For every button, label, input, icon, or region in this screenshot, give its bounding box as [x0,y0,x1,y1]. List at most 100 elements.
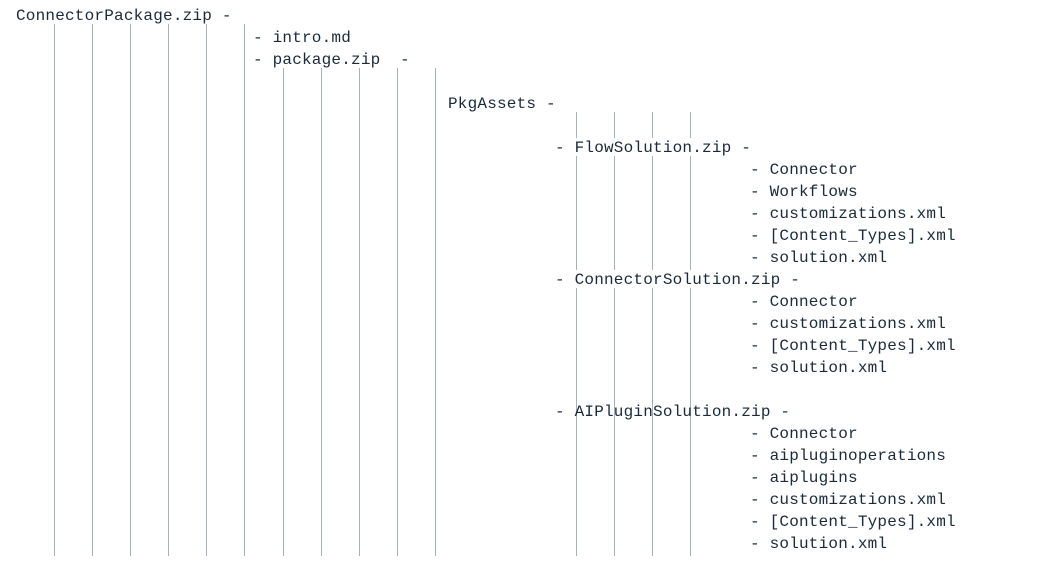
guide-bar [283,442,284,468]
guide-bar [130,266,131,292]
guide-bar [168,24,169,50]
guide-bar [435,310,436,336]
guide-bar [283,420,284,446]
tree-line: - aipluginoperations [8,444,1049,466]
guide-bar [283,90,284,116]
guide-bar [130,442,131,468]
guide-bar [359,68,360,94]
guide-bar [283,222,284,248]
guide-bar [168,332,169,358]
guide-bar [397,376,398,402]
guide-bar [130,420,131,446]
tree-line: - customizations.xml [8,488,1049,510]
guide-bar [92,442,93,468]
guide-bar [397,178,398,204]
tree-line: PkgAssets - [8,92,1049,114]
guide-bar [244,508,245,534]
guide-bar [397,222,398,248]
guide-bar [283,266,284,292]
guide-bar [359,376,360,402]
guide-bar [576,310,577,336]
guide-bar [54,508,55,534]
guide-bar [206,376,207,402]
guide-bar [321,68,322,94]
guide-bar [244,46,245,72]
guide-bar [244,24,245,50]
guide-bar [244,486,245,512]
guide-bar [283,508,284,534]
guide-bar [321,90,322,116]
guide-bar [652,200,653,226]
guide-bar [576,486,577,512]
tree-line: ConnectorPackage.zip - [8,4,1049,26]
guide-bar [359,464,360,490]
guide-bar [321,244,322,270]
guide-bar [690,156,691,182]
guide-bar [652,508,653,534]
guide-bar [206,200,207,226]
guide-bar [321,420,322,446]
guide-bar [130,178,131,204]
guide-bar [130,398,131,424]
guide-bar [321,200,322,226]
guide-bar [359,332,360,358]
guide-bar [359,200,360,226]
guide-bar [168,354,169,380]
guide-bar [435,288,436,314]
guide-bar [576,200,577,226]
guide-bar [283,112,284,138]
tree-view: ConnectorPackage.zip -- intro.md- packag… [8,4,1049,554]
guide-bar [576,244,577,270]
guide-bar [397,508,398,534]
guide-bar [652,354,653,380]
guide-bar [397,134,398,160]
guide-bar [168,288,169,314]
guide-bar [359,90,360,116]
guide-bar [397,90,398,116]
guide-bar [244,68,245,94]
guide-bar [397,420,398,446]
guide-bar [652,376,653,402]
guide-bar [576,464,577,490]
guide-bar [614,442,615,468]
guide-bar [652,442,653,468]
guide-bar [92,200,93,226]
guide-bar [690,178,691,204]
guide-bar [435,442,436,468]
guide-bar [321,266,322,292]
guide-bar [321,508,322,534]
tree-line [8,114,1049,136]
guide-bar [397,464,398,490]
guide-bar [54,222,55,248]
guide-bar [206,288,207,314]
guide-bar [92,508,93,534]
guide-bar [206,46,207,72]
guide-bar [92,68,93,94]
guide-bar [283,178,284,204]
tree-line: - Connector [8,422,1049,444]
guide-bar [130,486,131,512]
guide-bar [244,464,245,490]
guide-bar [690,332,691,358]
guide-bar [92,310,93,336]
guide-bar [130,332,131,358]
guide-bar [168,486,169,512]
guide-bar [321,376,322,402]
guide-bar [92,530,93,556]
guide-bar [435,112,436,138]
guide-bar [168,112,169,138]
tree-line: - solution.xml [8,246,1049,268]
tree-line: - solution.xml [8,532,1049,554]
guide-bar [168,90,169,116]
guide-bar [359,442,360,468]
guide-bar [321,464,322,490]
guide-bar [690,442,691,468]
guide-bar [168,178,169,204]
tree-line: - intro.md [8,26,1049,48]
guide-bar [690,310,691,336]
guide-bar [614,156,615,182]
guide-bar [92,398,93,424]
guide-bar [168,310,169,336]
guide-bar [54,464,55,490]
guide-bar [54,420,55,446]
